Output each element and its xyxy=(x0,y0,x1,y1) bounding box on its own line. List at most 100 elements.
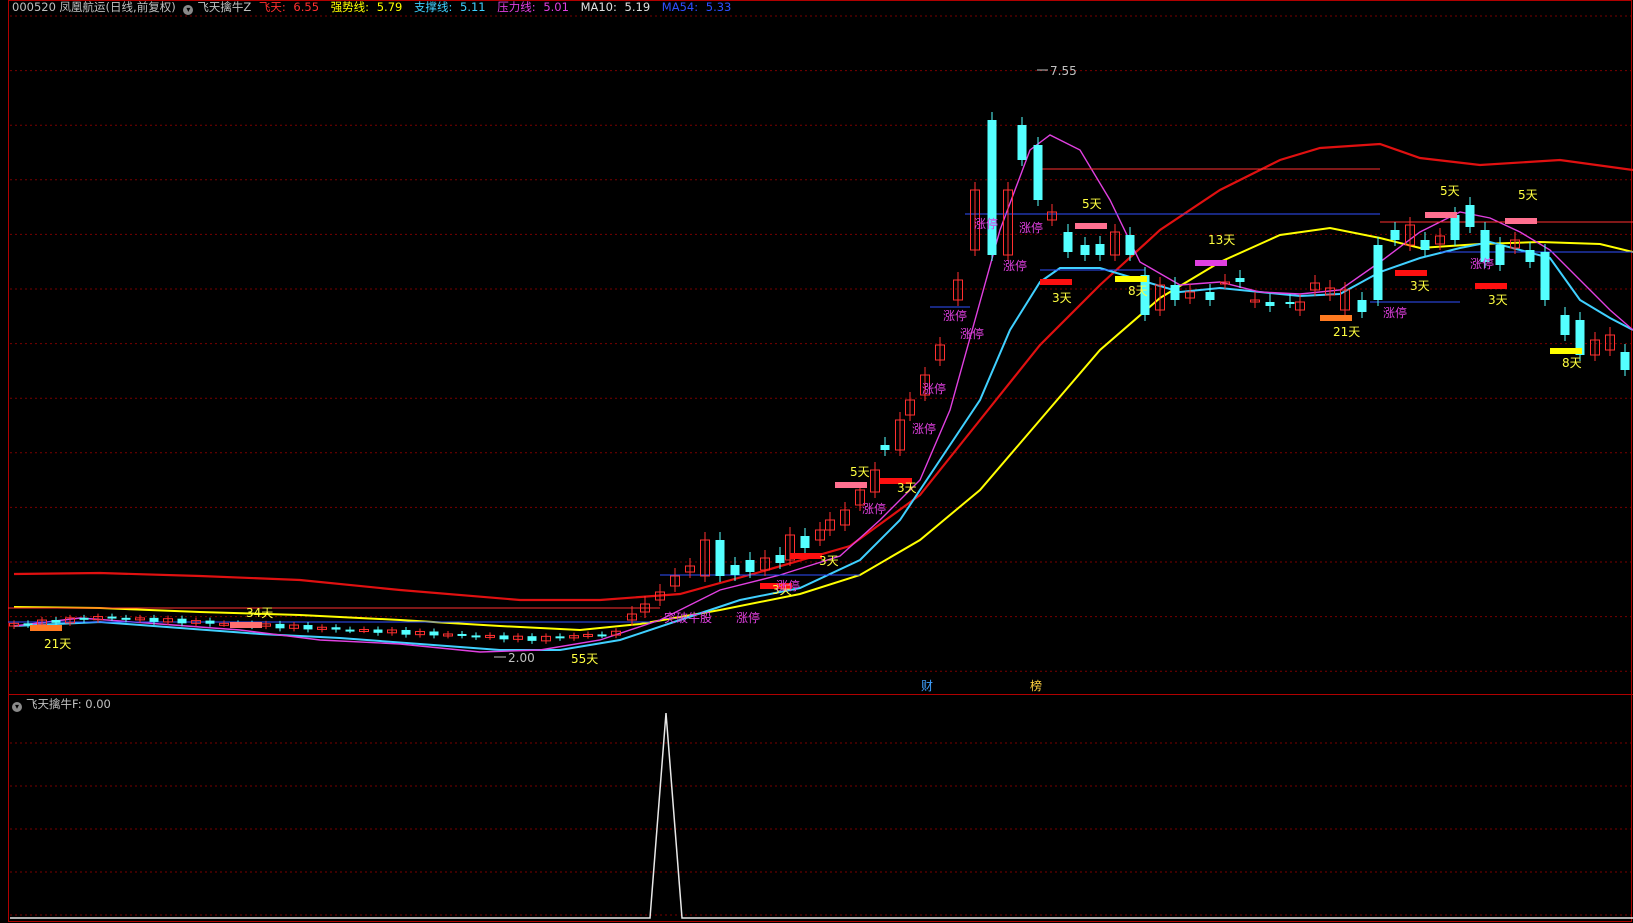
sub-indicator-line xyxy=(10,712,1633,919)
candle-body xyxy=(1357,300,1367,312)
annotation-text: 5天 xyxy=(1440,184,1460,198)
annotation-text: 涨停 xyxy=(912,421,936,436)
candle-body xyxy=(1390,230,1400,240)
candle-body xyxy=(1080,245,1090,255)
annotation-text: 3天 xyxy=(1052,291,1072,305)
candle-body xyxy=(149,617,159,622)
annotation-text: 突破牛股 xyxy=(664,610,712,625)
annotation-text: 13天 xyxy=(1208,233,1235,247)
signal-bar xyxy=(790,553,822,559)
candle-body xyxy=(1285,302,1295,304)
signal-bar xyxy=(30,625,62,631)
candle-body xyxy=(1170,285,1180,300)
annotation-text: 5天 xyxy=(850,465,870,479)
candle-body xyxy=(597,634,607,637)
signal-bar xyxy=(1475,283,1507,289)
candle-body xyxy=(177,618,187,624)
candle-body xyxy=(1235,278,1245,282)
annotation-text: 3天 xyxy=(819,554,839,568)
candle-body xyxy=(715,540,725,576)
annotation-text: 涨停 xyxy=(1003,258,1027,273)
candle-body xyxy=(107,616,117,619)
annotation-text: 8天 xyxy=(1128,284,1148,298)
candle-body xyxy=(303,625,313,630)
candle-body xyxy=(527,636,537,641)
candle-body xyxy=(401,629,411,635)
signal-bar xyxy=(1040,279,1072,285)
annotation-text: 榜 xyxy=(1030,678,1042,693)
candle-body xyxy=(345,629,355,632)
candle-body xyxy=(1450,215,1460,240)
annotation-text: 5天 xyxy=(1518,188,1538,202)
annotation-text: 3天 xyxy=(1410,279,1430,293)
kline-chart[interactable]: 21天34天55天突破牛股3天3天涨停涨停涨停5天3天涨停涨停涨停涨停涨停涨停涨… xyxy=(0,0,1633,923)
candle-body xyxy=(1525,250,1535,262)
signal-bar xyxy=(1425,212,1457,218)
feitian-line xyxy=(13,142,1633,602)
candle-body xyxy=(555,636,565,639)
candle-body xyxy=(1620,352,1630,370)
annotation-text: 3天 xyxy=(1488,293,1508,307)
candle-body xyxy=(1125,235,1135,255)
signal-bar xyxy=(835,482,867,488)
annotation-text: 涨停 xyxy=(1383,305,1407,320)
annotation-text: 21天 xyxy=(1333,325,1360,339)
candle-body xyxy=(499,635,509,640)
high-price-marker: 7.55 xyxy=(1037,64,1077,78)
candle-body xyxy=(775,555,785,563)
signal-bar xyxy=(1320,315,1352,321)
candle-body xyxy=(745,560,755,572)
candle-body xyxy=(1540,252,1550,300)
annotation-text: 涨停 xyxy=(922,381,946,396)
signal-bar xyxy=(1115,276,1147,282)
candle-body xyxy=(79,617,89,620)
yali-line xyxy=(13,134,1633,653)
low-price-marker: 2.00 xyxy=(494,651,535,665)
candle-body xyxy=(1095,244,1105,255)
candle-body xyxy=(205,620,215,624)
candle-body xyxy=(51,620,61,623)
annotation-text: 34天 xyxy=(246,606,273,620)
annotation-text: 涨停 xyxy=(736,610,760,625)
annotation-text: 涨停 xyxy=(943,308,967,323)
annotation-text: 3天 xyxy=(897,481,917,495)
candle-body xyxy=(1063,232,1073,252)
annotation-text: 涨停 xyxy=(862,501,886,516)
candle-body xyxy=(373,629,383,633)
candle-body xyxy=(1265,302,1275,306)
annotation-text: 涨停 xyxy=(1470,256,1494,271)
signal-bars xyxy=(30,212,1582,631)
candle-body xyxy=(471,635,481,638)
candle-body xyxy=(1205,292,1215,300)
candle-body xyxy=(880,445,890,450)
zhicheng-line xyxy=(13,240,1633,651)
annotation-text: 5天 xyxy=(1082,197,1102,211)
annotation-text: 21天 xyxy=(44,637,71,651)
signal-bar xyxy=(1195,260,1227,266)
signal-bar xyxy=(1395,270,1427,276)
qiangshi-line xyxy=(13,226,1633,632)
signal-bar xyxy=(1075,223,1107,229)
high-price-label: 7.55 xyxy=(1050,64,1077,78)
annotation-text: 涨停 xyxy=(776,578,800,593)
main-grid xyxy=(10,15,1631,672)
candle-body xyxy=(331,627,341,630)
candle-body xyxy=(429,631,439,636)
candle-body xyxy=(275,623,285,629)
candle-body xyxy=(457,633,467,636)
sub-grid xyxy=(10,742,1631,916)
signal-bar xyxy=(1505,218,1537,224)
candle-body xyxy=(1560,315,1570,335)
low-price-label: 2.00 xyxy=(508,651,535,665)
candle-body xyxy=(1495,245,1505,265)
candle-body xyxy=(1420,240,1430,250)
candle-body xyxy=(800,536,810,548)
candle-body xyxy=(987,120,997,255)
signal-bar xyxy=(1550,348,1582,354)
annotation-text: 涨停 xyxy=(960,326,984,341)
annotation-text: 涨停 xyxy=(1019,220,1043,235)
candle-body xyxy=(730,565,740,575)
annotation-text: 55天 xyxy=(571,652,598,666)
candle-body xyxy=(1465,205,1475,227)
annotation-text: 8天 xyxy=(1562,356,1582,370)
